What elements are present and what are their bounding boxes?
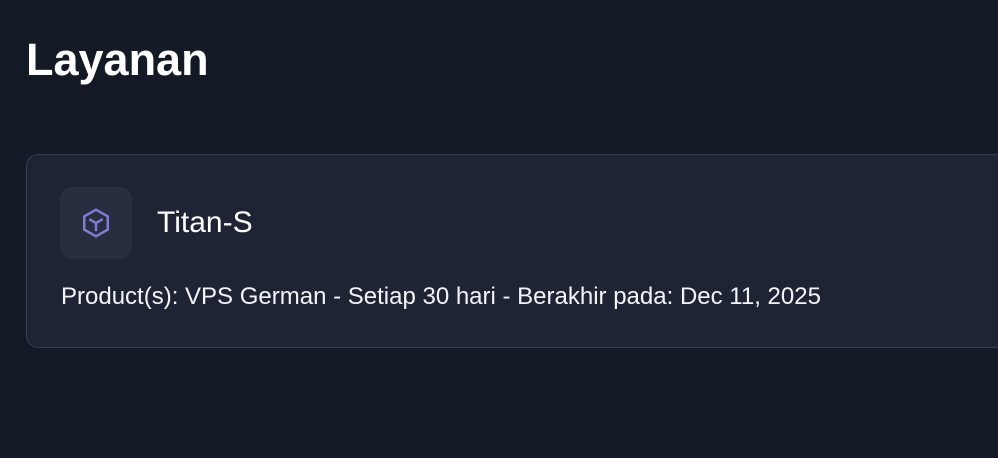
service-details: Product(s): VPS German - Setiap 30 hari …	[61, 283, 821, 310]
service-name: Titan-S	[157, 206, 253, 239]
service-icon-container	[60, 187, 132, 259]
page-title: Layanan	[26, 34, 209, 85]
cube-icon	[79, 206, 113, 240]
service-card[interactable]: Titan-S Product(s): VPS German - Setiap …	[26, 154, 998, 348]
